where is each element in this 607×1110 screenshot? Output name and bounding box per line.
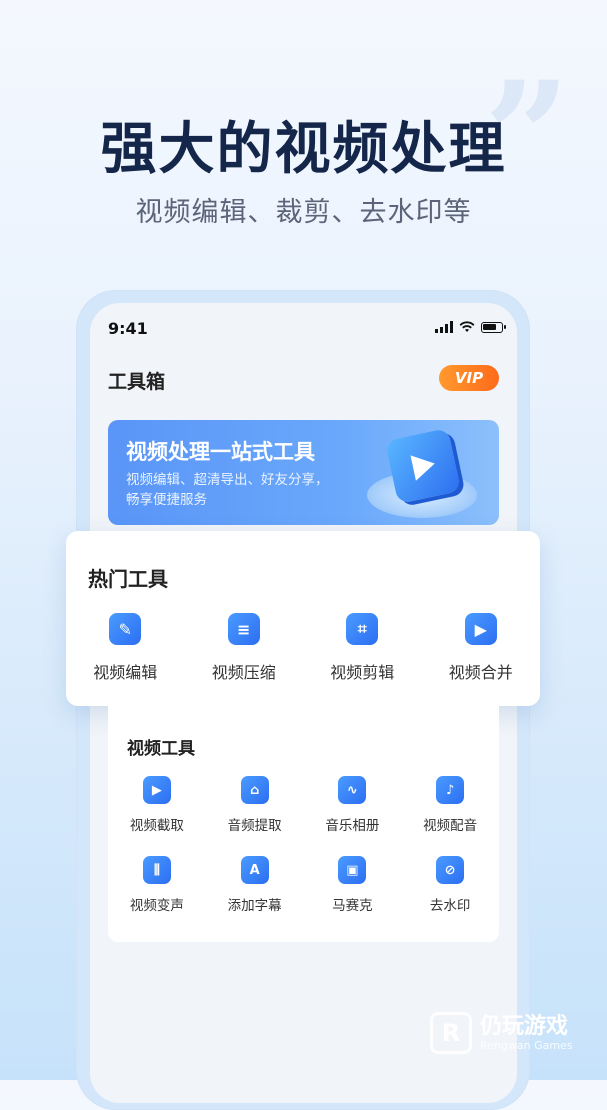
tool-label: 添加字幕	[227, 898, 282, 914]
tool-video-trim[interactable]: ▶ 视频截取	[108, 776, 206, 834]
site-watermark: R 仍玩游戏 Rengwan Games	[430, 1012, 573, 1054]
tool-add-subtitle[interactable]: A 添加字幕	[206, 856, 304, 914]
hot-tools-card: 热门工具 ✎ 视频编辑 ≡ 视频压缩 ⌗ 视频剪辑 ▶ 视频合并	[66, 531, 540, 706]
hot-tool-video-edit[interactable]: ✎ 视频编辑	[66, 613, 185, 683]
status-icons	[435, 321, 506, 333]
edit-pen-icon: ✎	[109, 613, 142, 645]
compress-icon: ≡	[227, 613, 260, 645]
tool-label: 视频变声	[129, 898, 184, 914]
hero-title: 强大的视频处理	[100, 117, 507, 182]
home-audio-icon: ⌂	[240, 776, 269, 804]
hot-tool-label: 视频合并	[448, 663, 513, 682]
trim-play-icon: ▶	[142, 776, 171, 804]
toolbox-title: 工具箱	[108, 371, 166, 393]
watermark-logo-icon: R	[430, 1012, 472, 1054]
tool-voice-change[interactable]: ⫼ 视频变声	[108, 856, 206, 914]
video-tools-card: 视频工具 ▶ 视频截取 ⌂ 音频提取 ∿ 音乐相册 ♪ 视频配音 ⫼ 视频变声 …	[108, 706, 499, 942]
tool-label: 视频截取	[129, 818, 184, 834]
remove-watermark-icon: ⊘	[436, 856, 465, 884]
album-wave-icon: ∿	[338, 776, 367, 804]
tool-audio-extract[interactable]: ⌂ 音频提取	[206, 776, 304, 834]
tool-video-dubbing[interactable]: ♪ 视频配音	[401, 776, 499, 834]
tool-music-album[interactable]: ∿ 音乐相册	[304, 776, 402, 834]
tool-mosaic[interactable]: ▣ 马赛克	[304, 856, 402, 914]
microphone-icon: ♪	[436, 776, 465, 804]
hot-tool-label: 视频压缩	[211, 663, 276, 682]
status-time: 9:41	[108, 319, 148, 338]
video-tools-grid: ▶ 视频截取 ⌂ 音频提取 ∿ 音乐相册 ♪ 视频配音 ⫼ 视频变声 A 添加字…	[108, 776, 499, 914]
hero-subtitle: 视频编辑、裁剪、去水印等	[135, 197, 472, 228]
vip-badge-button[interactable]: VIP	[439, 365, 499, 391]
signal-icon	[435, 321, 453, 333]
banner-description: 视频编辑、超清导出、好友分享，畅享便捷服务	[126, 472, 329, 508]
wifi-icon	[459, 321, 475, 332]
battery-icon	[481, 321, 506, 333]
hot-tools-title: 热门工具	[88, 567, 168, 591]
hot-tool-label: 视频编辑	[93, 663, 158, 682]
merge-play-icon: ▶	[464, 613, 497, 645]
crop-icon: ⌗	[346, 613, 379, 645]
tool-label: 去水印	[429, 898, 471, 914]
tool-remove-watermark[interactable]: ⊘ 去水印	[401, 856, 499, 914]
tool-label: 音频提取	[227, 818, 282, 834]
tool-label: 视频配音	[423, 818, 478, 834]
subtitle-icon: A	[240, 856, 269, 884]
watermark-subtitle: Rengwan Games	[480, 1038, 573, 1052]
hot-tool-label: 视频剪辑	[330, 663, 395, 682]
hot-tool-video-cut[interactable]: ⌗ 视频剪辑	[303, 613, 422, 683]
mosaic-icon: ▣	[338, 856, 367, 884]
promo-banner[interactable]: 视频处理一站式工具 视频编辑、超清导出、好友分享，畅享便捷服务	[108, 420, 499, 525]
banner-title: 视频处理一站式工具	[126, 440, 315, 464]
video-tools-title: 视频工具	[127, 739, 195, 759]
tool-label: 音乐相册	[325, 818, 380, 834]
play-cube-icon	[385, 428, 461, 504]
voice-wave-icon: ⫼	[142, 856, 171, 884]
hot-tool-video-compress[interactable]: ≡ 视频压缩	[185, 613, 304, 683]
hot-tool-video-merge[interactable]: ▶ 视频合并	[422, 613, 541, 683]
tool-label: 马赛克	[332, 898, 373, 914]
watermark-name: 仍玩游戏	[480, 1013, 569, 1039]
hot-tools-row: ✎ 视频编辑 ≡ 视频压缩 ⌗ 视频剪辑 ▶ 视频合并	[66, 613, 540, 683]
